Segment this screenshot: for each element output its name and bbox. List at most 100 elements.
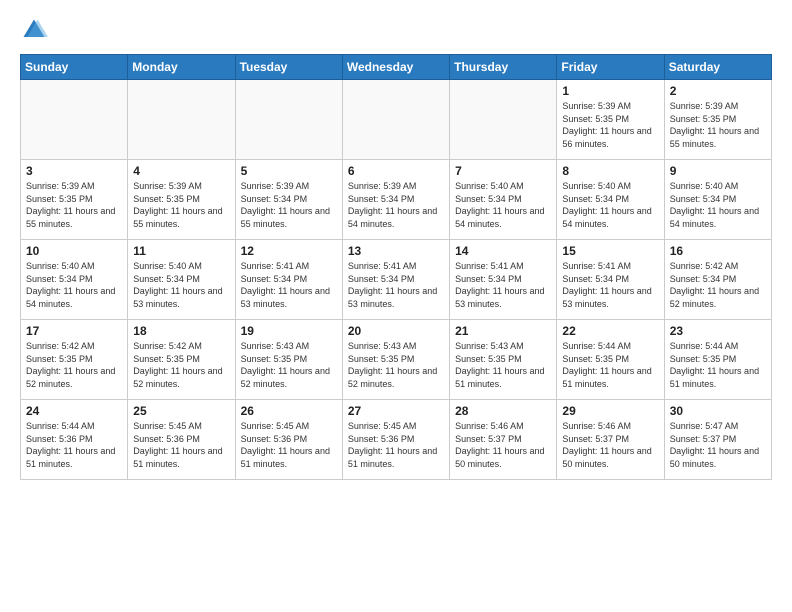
day-info: Sunrise: 5:45 AM Sunset: 5:36 PM Dayligh… [241,420,337,470]
week-row-4: 17 Sunrise: 5:42 AM Sunset: 5:35 PM Dayli… [21,320,772,400]
calendar-cell [235,80,342,160]
day-info: Sunrise: 5:43 AM Sunset: 5:35 PM Dayligh… [241,340,337,390]
day-number: 10 [26,244,122,258]
header [20,16,772,44]
day-info: Sunrise: 5:43 AM Sunset: 5:35 PM Dayligh… [455,340,551,390]
logo-icon [20,16,48,44]
day-info: Sunrise: 5:43 AM Sunset: 5:35 PM Dayligh… [348,340,444,390]
day-info: Sunrise: 5:41 AM Sunset: 5:34 PM Dayligh… [455,260,551,310]
weekday-header-sunday: Sunday [21,55,128,80]
day-number: 8 [562,164,658,178]
calendar-cell: 27 Sunrise: 5:45 AM Sunset: 5:36 PM Dayli… [342,400,449,480]
week-row-1: 1Sunrise: 5:39 AM Sunset: 5:35 PM Daylig… [21,80,772,160]
calendar-cell: 9Sunrise: 5:40 AM Sunset: 5:34 PM Daylig… [664,160,771,240]
day-number: 3 [26,164,122,178]
day-number: 15 [562,244,658,258]
calendar-cell: 11 Sunrise: 5:40 AM Sunset: 5:34 PM Dayli… [128,240,235,320]
calendar-cell: 4Sunrise: 5:39 AM Sunset: 5:35 PM Daylig… [128,160,235,240]
calendar-cell: 26 Sunrise: 5:45 AM Sunset: 5:36 PM Dayli… [235,400,342,480]
day-number: 20 [348,324,444,338]
day-number: 24 [26,404,122,418]
day-info: Sunrise: 5:45 AM Sunset: 5:36 PM Dayligh… [133,420,229,470]
calendar-cell: 30 Sunrise: 5:47 AM Sunset: 5:37 PM Dayli… [664,400,771,480]
calendar-cell: 19 Sunrise: 5:43 AM Sunset: 5:35 PM Dayli… [235,320,342,400]
calendar-cell: 6 Sunrise: 5:39 AM Sunset: 5:34 PM Daylig… [342,160,449,240]
calendar-cell: 21 Sunrise: 5:43 AM Sunset: 5:35 PM Dayli… [450,320,557,400]
day-number: 29 [562,404,658,418]
day-number: 30 [670,404,766,418]
week-row-5: 24 Sunrise: 5:44 AM Sunset: 5:36 PM Dayli… [21,400,772,480]
calendar-cell: 24 Sunrise: 5:44 AM Sunset: 5:36 PM Dayli… [21,400,128,480]
week-row-3: 10 Sunrise: 5:40 AM Sunset: 5:34 PM Dayli… [21,240,772,320]
day-number: 28 [455,404,551,418]
day-info: Sunrise: 5:44 AM Sunset: 5:35 PM Dayligh… [562,340,658,390]
calendar-cell: 25 Sunrise: 5:45 AM Sunset: 5:36 PM Dayli… [128,400,235,480]
calendar-cell: 22 Sunrise: 5:44 AM Sunset: 5:35 PM Dayli… [557,320,664,400]
day-info: Sunrise: 5:39 AM Sunset: 5:34 PM Dayligh… [348,180,444,230]
calendar-cell: 13 Sunrise: 5:41 AM Sunset: 5:34 PM Dayli… [342,240,449,320]
day-info: Sunrise: 5:44 AM Sunset: 5:36 PM Dayligh… [26,420,122,470]
calendar-cell: 18 Sunrise: 5:42 AM Sunset: 5:35 PM Dayli… [128,320,235,400]
day-number: 2 [670,84,766,98]
day-info: Sunrise: 5:41 AM Sunset: 5:34 PM Dayligh… [241,260,337,310]
calendar-cell: 7 Sunrise: 5:40 AM Sunset: 5:34 PM Daylig… [450,160,557,240]
day-number: 17 [26,324,122,338]
day-number: 11 [133,244,229,258]
day-number: 7 [455,164,551,178]
calendar-cell [21,80,128,160]
day-number: 13 [348,244,444,258]
day-info: Sunrise: 5:42 AM Sunset: 5:34 PM Dayligh… [670,260,766,310]
calendar-cell: 20 Sunrise: 5:43 AM Sunset: 5:35 PM Dayli… [342,320,449,400]
calendar-cell [128,80,235,160]
day-info: Sunrise: 5:40 AM Sunset: 5:34 PM Dayligh… [26,260,122,310]
day-info: Sunrise: 5:47 AM Sunset: 5:37 PM Dayligh… [670,420,766,470]
calendar-cell: 15 Sunrise: 5:41 AM Sunset: 5:34 PM Dayli… [557,240,664,320]
day-number: 27 [348,404,444,418]
calendar-cell [342,80,449,160]
logo [20,16,52,44]
day-number: 26 [241,404,337,418]
day-info: Sunrise: 5:45 AM Sunset: 5:36 PM Dayligh… [348,420,444,470]
day-number: 4 [133,164,229,178]
day-number: 16 [670,244,766,258]
calendar-cell: 29 Sunrise: 5:46 AM Sunset: 5:37 PM Dayli… [557,400,664,480]
calendar-cell: 3 Sunrise: 5:39 AM Sunset: 5:35 PM Daylig… [21,160,128,240]
page: SundayMondayTuesdayWednesdayThursdayFrid… [0,0,792,612]
day-info: Sunrise: 5:39 AM Sunset: 5:35 PM Dayligh… [562,100,658,150]
day-info: Sunrise: 5:42 AM Sunset: 5:35 PM Dayligh… [26,340,122,390]
calendar-cell: 14 Sunrise: 5:41 AM Sunset: 5:34 PM Dayli… [450,240,557,320]
weekday-header-row: SundayMondayTuesdayWednesdayThursdayFrid… [21,55,772,80]
calendar-cell: 17 Sunrise: 5:42 AM Sunset: 5:35 PM Dayli… [21,320,128,400]
day-info: Sunrise: 5:41 AM Sunset: 5:34 PM Dayligh… [562,260,658,310]
calendar-table: SundayMondayTuesdayWednesdayThursdayFrid… [20,54,772,480]
day-info: Sunrise: 5:40 AM Sunset: 5:34 PM Dayligh… [133,260,229,310]
calendar-cell: 16 Sunrise: 5:42 AM Sunset: 5:34 PM Dayli… [664,240,771,320]
day-info: Sunrise: 5:40 AM Sunset: 5:34 PM Dayligh… [455,180,551,230]
day-info: Sunrise: 5:46 AM Sunset: 5:37 PM Dayligh… [455,420,551,470]
day-number: 25 [133,404,229,418]
calendar-cell: 5Sunrise: 5:39 AM Sunset: 5:34 PM Daylig… [235,160,342,240]
day-info: Sunrise: 5:40 AM Sunset: 5:34 PM Dayligh… [562,180,658,230]
day-number: 12 [241,244,337,258]
day-number: 21 [455,324,551,338]
day-number: 19 [241,324,337,338]
day-number: 18 [133,324,229,338]
calendar-cell: 8 Sunrise: 5:40 AM Sunset: 5:34 PM Daylig… [557,160,664,240]
day-number: 22 [562,324,658,338]
day-number: 6 [348,164,444,178]
weekday-header-saturday: Saturday [664,55,771,80]
day-info: Sunrise: 5:39 AM Sunset: 5:34 PM Dayligh… [241,180,337,230]
day-number: 23 [670,324,766,338]
day-info: Sunrise: 5:39 AM Sunset: 5:35 PM Dayligh… [26,180,122,230]
week-row-2: 3 Sunrise: 5:39 AM Sunset: 5:35 PM Daylig… [21,160,772,240]
day-info: Sunrise: 5:41 AM Sunset: 5:34 PM Dayligh… [348,260,444,310]
calendar-cell: 23 Sunrise: 5:44 AM Sunset: 5:35 PM Dayli… [664,320,771,400]
weekday-header-wednesday: Wednesday [342,55,449,80]
day-info: Sunrise: 5:44 AM Sunset: 5:35 PM Dayligh… [670,340,766,390]
calendar-cell [450,80,557,160]
calendar-cell: 10 Sunrise: 5:40 AM Sunset: 5:34 PM Dayli… [21,240,128,320]
day-number: 14 [455,244,551,258]
day-info: Sunrise: 5:42 AM Sunset: 5:35 PM Dayligh… [133,340,229,390]
day-info: Sunrise: 5:46 AM Sunset: 5:37 PM Dayligh… [562,420,658,470]
weekday-header-tuesday: Tuesday [235,55,342,80]
